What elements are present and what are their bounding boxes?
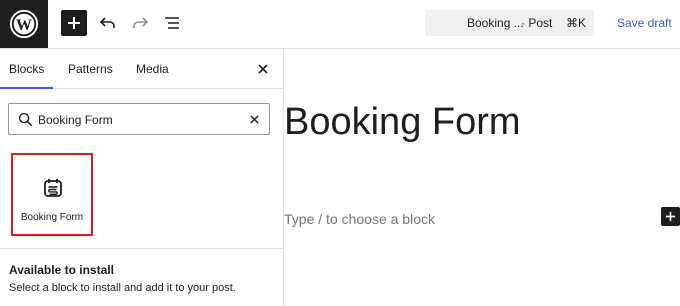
- block-search: [8, 103, 270, 135]
- close-icon: [258, 64, 268, 74]
- search-input[interactable]: [38, 111, 238, 128]
- block-result-booking-form[interactable]: Booking Form: [11, 153, 93, 236]
- block-result-label: Booking Form: [20, 212, 84, 223]
- block-inserter-toggle-button[interactable]: [61, 10, 87, 36]
- svg-text:W: W: [16, 17, 32, 34]
- inserter-tabs: Blocks Patterns Media: [0, 49, 283, 89]
- list-view-button[interactable]: [160, 11, 184, 35]
- post-title[interactable]: Booking Form: [284, 101, 521, 144]
- list-view-icon: [165, 17, 179, 29]
- block-inserter-panel: Blocks Patterns Media Booking Form Booki…: [0, 49, 284, 306]
- document-title: Booking ...: [467, 16, 524, 30]
- calendar-form-icon: [44, 179, 62, 197]
- tab-blocks[interactable]: Blocks: [9, 62, 44, 76]
- redo-icon: [133, 17, 149, 28]
- wordpress-logo-button[interactable]: W: [0, 0, 48, 48]
- plus-icon: [68, 17, 80, 29]
- undo-icon: [99, 17, 115, 28]
- default-block-placeholder[interactable]: Type / to choose a block: [284, 211, 435, 227]
- save-draft-button[interactable]: Save draft: [617, 16, 672, 30]
- close-icon: [250, 115, 259, 124]
- command-shortcut: ⌘K: [566, 16, 587, 30]
- available-to-install-section: Available to install Select a block to i…: [0, 248, 283, 306]
- tab-patterns[interactable]: Patterns: [68, 62, 113, 76]
- editor-header: W Booking ... · Post ⌘K Save draft: [0, 0, 680, 49]
- editor-canvas: Booking Form Type / to choose a block: [284, 49, 680, 306]
- install-section-title: Available to install: [9, 263, 114, 277]
- tab-media[interactable]: Media: [136, 62, 169, 76]
- redo-button[interactable]: [128, 11, 152, 35]
- plus-icon: [665, 211, 676, 222]
- install-section-description: Select a block to install and add it to …: [9, 282, 236, 294]
- active-tab-indicator: [0, 87, 53, 89]
- clear-search-button[interactable]: [247, 112, 262, 127]
- add-block-button[interactable]: [661, 207, 680, 226]
- document-type: · Post: [521, 16, 553, 30]
- search-icon: [18, 112, 33, 127]
- undo-button[interactable]: [96, 11, 120, 35]
- close-inserter-button[interactable]: [255, 61, 271, 77]
- document-command-bar[interactable]: Booking ... · Post ⌘K: [425, 10, 594, 36]
- wordpress-icon: W: [9, 9, 39, 39]
